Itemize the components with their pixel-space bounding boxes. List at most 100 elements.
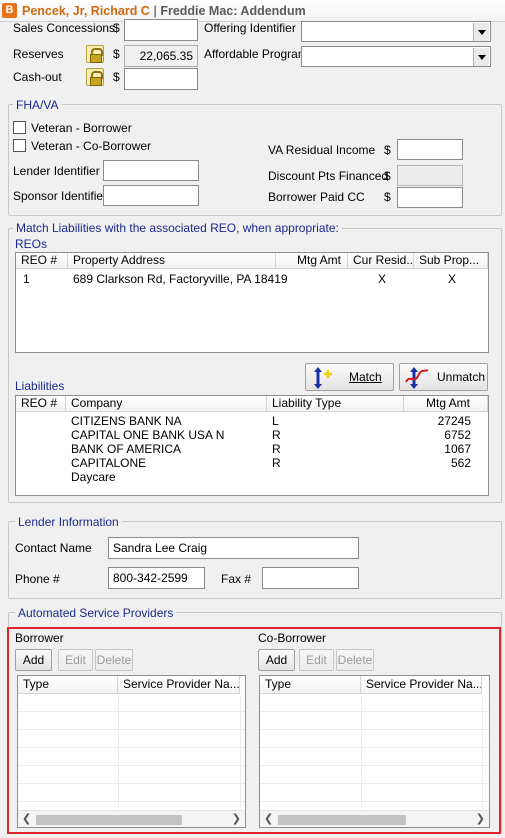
title-separator: | [153, 4, 157, 18]
lender-identifier-input[interactable] [103, 160, 199, 181]
asp-coborrower-label: Co-Borrower [258, 631, 327, 645]
liability-type-cell: R [272, 428, 281, 442]
company-cell: CAPITALONE [71, 456, 147, 470]
veteran-coborrower-label: Veteran - Co-Borrower [31, 139, 152, 153]
borrower-horizontal-scrollbar[interactable]: ❮ ❯ [18, 810, 245, 827]
grid-row[interactable] [18, 730, 245, 748]
table-row[interactable]: 1 689 Clarkson Rd, Factoryville, PA 1841… [16, 269, 488, 287]
grid-row[interactable] [260, 748, 489, 766]
offering-identifier-label: Offering Identifier [204, 21, 296, 35]
va-residual-input[interactable] [397, 139, 463, 160]
affordable-program-select[interactable] [301, 46, 491, 67]
table-row[interactable]: CAPITAL ONE BANK USA N R 6752 [16, 428, 488, 442]
liab-mtg-amt-col-header[interactable]: Mtg Amt [404, 396, 488, 412]
table-row[interactable]: CAPITALONE R 562 [16, 456, 488, 470]
chevron-down-icon[interactable] [473, 23, 489, 41]
borrower-paid-currency: $ [384, 190, 391, 204]
liab-reo-col-header[interactable]: REO # [16, 396, 66, 412]
address-col-header[interactable]: Property Address [68, 253, 276, 269]
unmatch-icon [405, 367, 429, 389]
grid-row[interactable] [18, 784, 245, 802]
property-address: 689 Clarkson Rd, Factoryville, PA 18419 [73, 272, 288, 286]
unmatch-button-label: Unmatch [437, 370, 486, 384]
veteran-borrower-checkbox[interactable] [13, 121, 26, 134]
grid-row[interactable] [260, 784, 489, 802]
service-provider-col-header[interactable]: Service Provider Na... [361, 676, 482, 694]
liability-type-cell: R [272, 442, 281, 456]
coborrower-horizontal-scrollbar[interactable]: ❮ ❯ [260, 810, 489, 827]
offering-identifier-select[interactable] [301, 21, 491, 42]
contact-name-label: Contact Name [15, 541, 92, 555]
scroll-thumb[interactable] [36, 815, 182, 825]
asp-borrower-label: Borrower [15, 631, 64, 645]
service-provider-col-header[interactable]: Service Provider Na... [118, 676, 240, 694]
reserves-input[interactable]: 22,065.35 [124, 45, 198, 67]
borrower-paid-input[interactable] [397, 187, 463, 208]
va-residual-currency: $ [384, 143, 391, 157]
grid-row[interactable] [18, 748, 245, 766]
fax-input[interactable] [262, 567, 359, 589]
liabilities-list[interactable]: REO # Company Liability Type Mtg Amt CIT… [15, 395, 489, 496]
borrower-provider-grid[interactable]: Type Service Provider Na... ❮ ❯ [17, 675, 246, 828]
contact-name-input[interactable]: Sandra Lee Craig [108, 537, 359, 559]
discount-pts-input[interactable] [397, 165, 463, 186]
reos-label: REOs [15, 237, 48, 251]
discount-pts-label: Discount Pts Financed [268, 169, 389, 183]
table-row[interactable]: BANK OF AMERICA R 1067 [16, 442, 488, 456]
cur-resid-col-header[interactable]: Cur Resid... [348, 253, 414, 269]
borrower-name: Pencek, Jr, Richard C [22, 4, 150, 18]
coborrower-delete-button[interactable]: Delete [336, 649, 374, 671]
borrower-edit-button[interactable]: Edit [58, 649, 93, 671]
type-col-header[interactable]: Type [18, 676, 118, 694]
liability-type-cell: R [272, 456, 281, 470]
sponsor-identifier-label: Sponsor Identifier [13, 189, 108, 203]
scroll-right-icon[interactable]: ❯ [232, 812, 241, 825]
veteran-coborrower-checkbox[interactable] [13, 139, 26, 152]
grid-row[interactable] [260, 730, 489, 748]
grid-row[interactable] [18, 694, 245, 712]
lock-icon[interactable] [86, 45, 104, 63]
match-button[interactable]: Match [305, 363, 394, 391]
liability-type-cell: L [272, 414, 279, 428]
borrower-delete-button[interactable]: Delete [95, 649, 133, 671]
amount-cell: 27245 [437, 414, 471, 428]
sub-prop-col-header[interactable]: Sub Prop... [414, 253, 488, 269]
table-row[interactable]: CITIZENS BANK NA L 27245 [16, 414, 488, 428]
liability-type-col-header[interactable]: Liability Type [267, 396, 404, 412]
grid-row[interactable] [18, 712, 245, 730]
phone-input[interactable]: 800-342-2599 [108, 567, 205, 589]
grid-row[interactable] [260, 712, 489, 730]
reo-list[interactable]: REO # Property Address Mtg Amt Cur Resid… [15, 252, 489, 353]
type-col-header[interactable]: Type [260, 676, 361, 694]
sales-concessions-label: Sales Concessions [13, 21, 116, 35]
lender-identifier-label: Lender Identifier [13, 164, 100, 178]
company-col-header[interactable]: Company [66, 396, 267, 412]
lock-icon[interactable] [86, 68, 104, 86]
chevron-down-icon[interactable] [473, 48, 489, 66]
table-row[interactable]: Daycare [16, 470, 488, 484]
coborrower-add-button[interactable]: Add [258, 649, 295, 671]
cashout-input[interactable] [124, 68, 198, 90]
match-liabilities-title: Match Liabilities with the associated RE… [13, 221, 342, 235]
scroll-left-icon[interactable]: ❮ [22, 812, 31, 825]
company-cell: CAPITAL ONE BANK USA N [71, 428, 225, 442]
sales-concessions-input[interactable] [124, 19, 198, 41]
coborrower-provider-grid[interactable]: Type Service Provider Na... ❮ ❯ [259, 675, 490, 828]
scroll-right-icon[interactable]: ❯ [476, 812, 485, 825]
borrower-add-button[interactable]: Add [15, 649, 52, 671]
scroll-left-icon[interactable]: ❮ [264, 812, 273, 825]
grid-row[interactable] [260, 766, 489, 784]
unmatch-button[interactable]: Unmatch [399, 363, 488, 391]
fax-label: Fax # [221, 572, 252, 586]
coborrower-edit-button[interactable]: Edit [299, 649, 334, 671]
sponsor-identifier-input[interactable] [103, 185, 199, 206]
current-residence-mark: X [378, 272, 387, 286]
reo-col-header[interactable]: REO # [16, 253, 68, 269]
liabilities-label: Liabilities [15, 379, 65, 393]
veteran-borrower-label: Veteran - Borrower [31, 121, 132, 135]
asp-title: Automated Service Providers [15, 606, 177, 620]
scroll-thumb[interactable] [278, 815, 406, 825]
grid-row[interactable] [260, 694, 489, 712]
grid-row[interactable] [18, 766, 245, 784]
mtg-amt-col-header[interactable]: Mtg Amt [276, 253, 348, 269]
